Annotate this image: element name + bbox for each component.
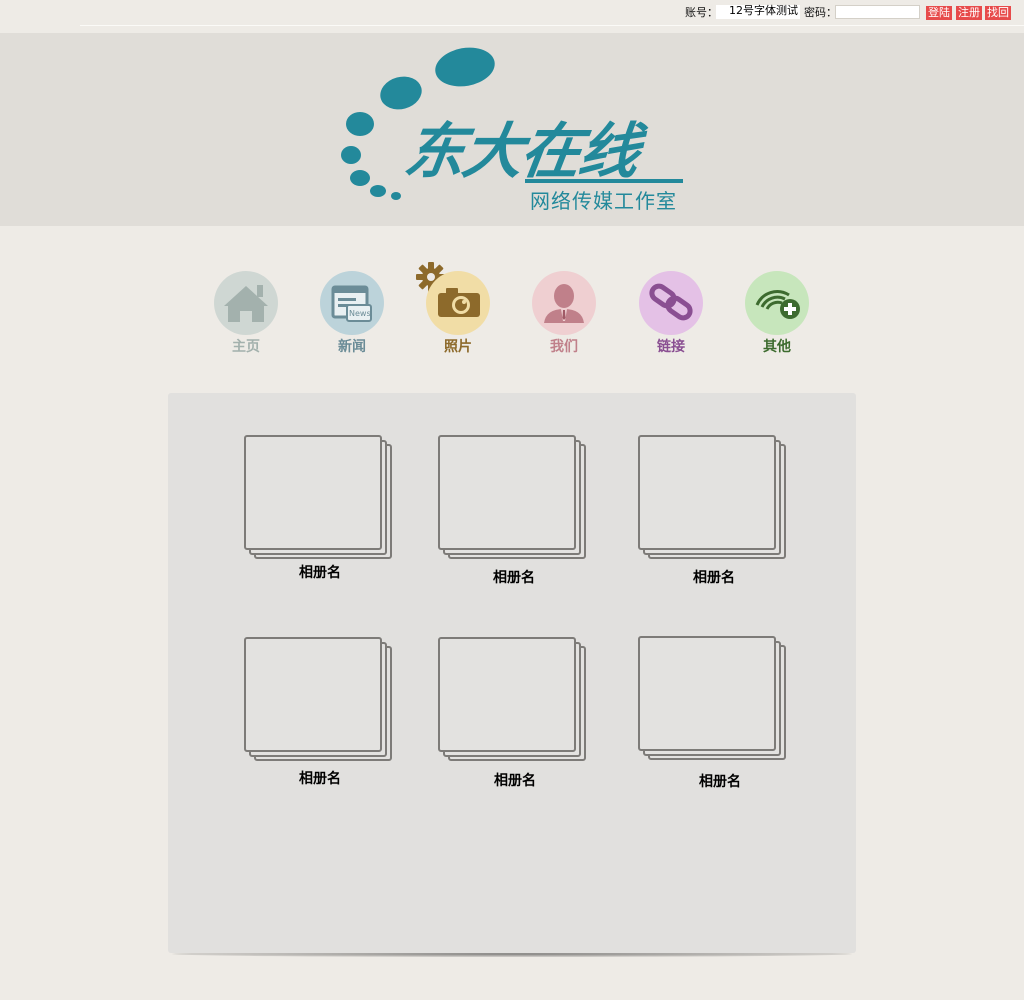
album-cover[interactable]	[438, 637, 576, 752]
nav-item-links[interactable]: 链接	[639, 271, 703, 356]
brand-underline	[525, 179, 683, 183]
nav-circle	[426, 271, 490, 335]
album-item[interactable]: 相册名	[638, 435, 788, 595]
album-name[interactable]: 相册名	[299, 564, 341, 582]
account-field[interactable]: 12号字体测试	[716, 5, 800, 19]
nav-circle: News	[320, 271, 384, 335]
nav-label-news: 新闻	[338, 339, 366, 355]
news-icon: News	[331, 285, 372, 322]
nav-label-photos: 照片	[444, 339, 472, 355]
nav-circle	[745, 271, 809, 335]
album-name[interactable]: 相册名	[299, 770, 341, 788]
album-name[interactable]: 相册名	[493, 569, 535, 587]
album-cover[interactable]	[244, 435, 382, 550]
album-item[interactable]: 相册名	[244, 637, 394, 797]
album-item[interactable]: 相册名	[438, 435, 588, 595]
album-name[interactable]: 相册名	[699, 773, 741, 791]
password-label: 密码：	[804, 6, 837, 19]
album-panel: 相册名 相册名 相册名 相册名 相册名 相册名	[168, 393, 856, 953]
header-banner: 东大在线 网络传媒工作室	[0, 33, 1024, 226]
rss-add-icon	[755, 290, 800, 319]
recover-button[interactable]: 找回	[985, 6, 1011, 20]
divider	[80, 25, 1024, 26]
nav-item-about[interactable]: 我们	[532, 271, 596, 356]
album-name[interactable]: 相册名	[693, 569, 735, 587]
password-field[interactable]	[835, 5, 920, 19]
register-button[interactable]: 注册	[956, 6, 982, 20]
album-name[interactable]: 相册名	[494, 772, 536, 790]
album-item[interactable]: 相册名	[244, 435, 394, 595]
login-bar: 账号： 12号字体测试 密码： 登陆 注册 找回	[0, 0, 1024, 27]
album-cover[interactable]	[438, 435, 576, 550]
album-item[interactable]: 相册名	[438, 637, 588, 797]
nav-circle	[639, 271, 703, 335]
album-cover[interactable]	[244, 637, 382, 752]
nav-item-news[interactable]: News 新闻	[320, 271, 384, 356]
nav-label-home: 主页	[232, 339, 260, 355]
nav-item-home[interactable]: 主页	[214, 271, 278, 356]
nav-circle	[214, 271, 278, 335]
person-icon	[544, 284, 584, 323]
album-cover[interactable]	[638, 435, 776, 550]
login-button[interactable]: 登陆	[926, 6, 952, 20]
camera-icon	[438, 288, 480, 317]
brand-title: 东大在线	[400, 117, 642, 187]
nav-item-other[interactable]: 其他	[745, 271, 809, 356]
link-icon	[649, 283, 693, 321]
nav-circle	[532, 271, 596, 335]
album-item[interactable]: 相册名	[638, 636, 788, 796]
svg-text:News: News	[349, 309, 371, 318]
nav-label-links: 链接	[657, 339, 685, 355]
house-icon	[224, 285, 268, 322]
album-cover[interactable]	[638, 636, 776, 751]
brand-subtitle: 网络传媒工作室	[530, 189, 677, 213]
nav-item-photos[interactable]: 照片	[416, 262, 490, 356]
nav-label-about: 我们	[550, 339, 578, 355]
nav-label-other: 其他	[763, 339, 791, 355]
account-label: 账号：	[685, 6, 718, 19]
